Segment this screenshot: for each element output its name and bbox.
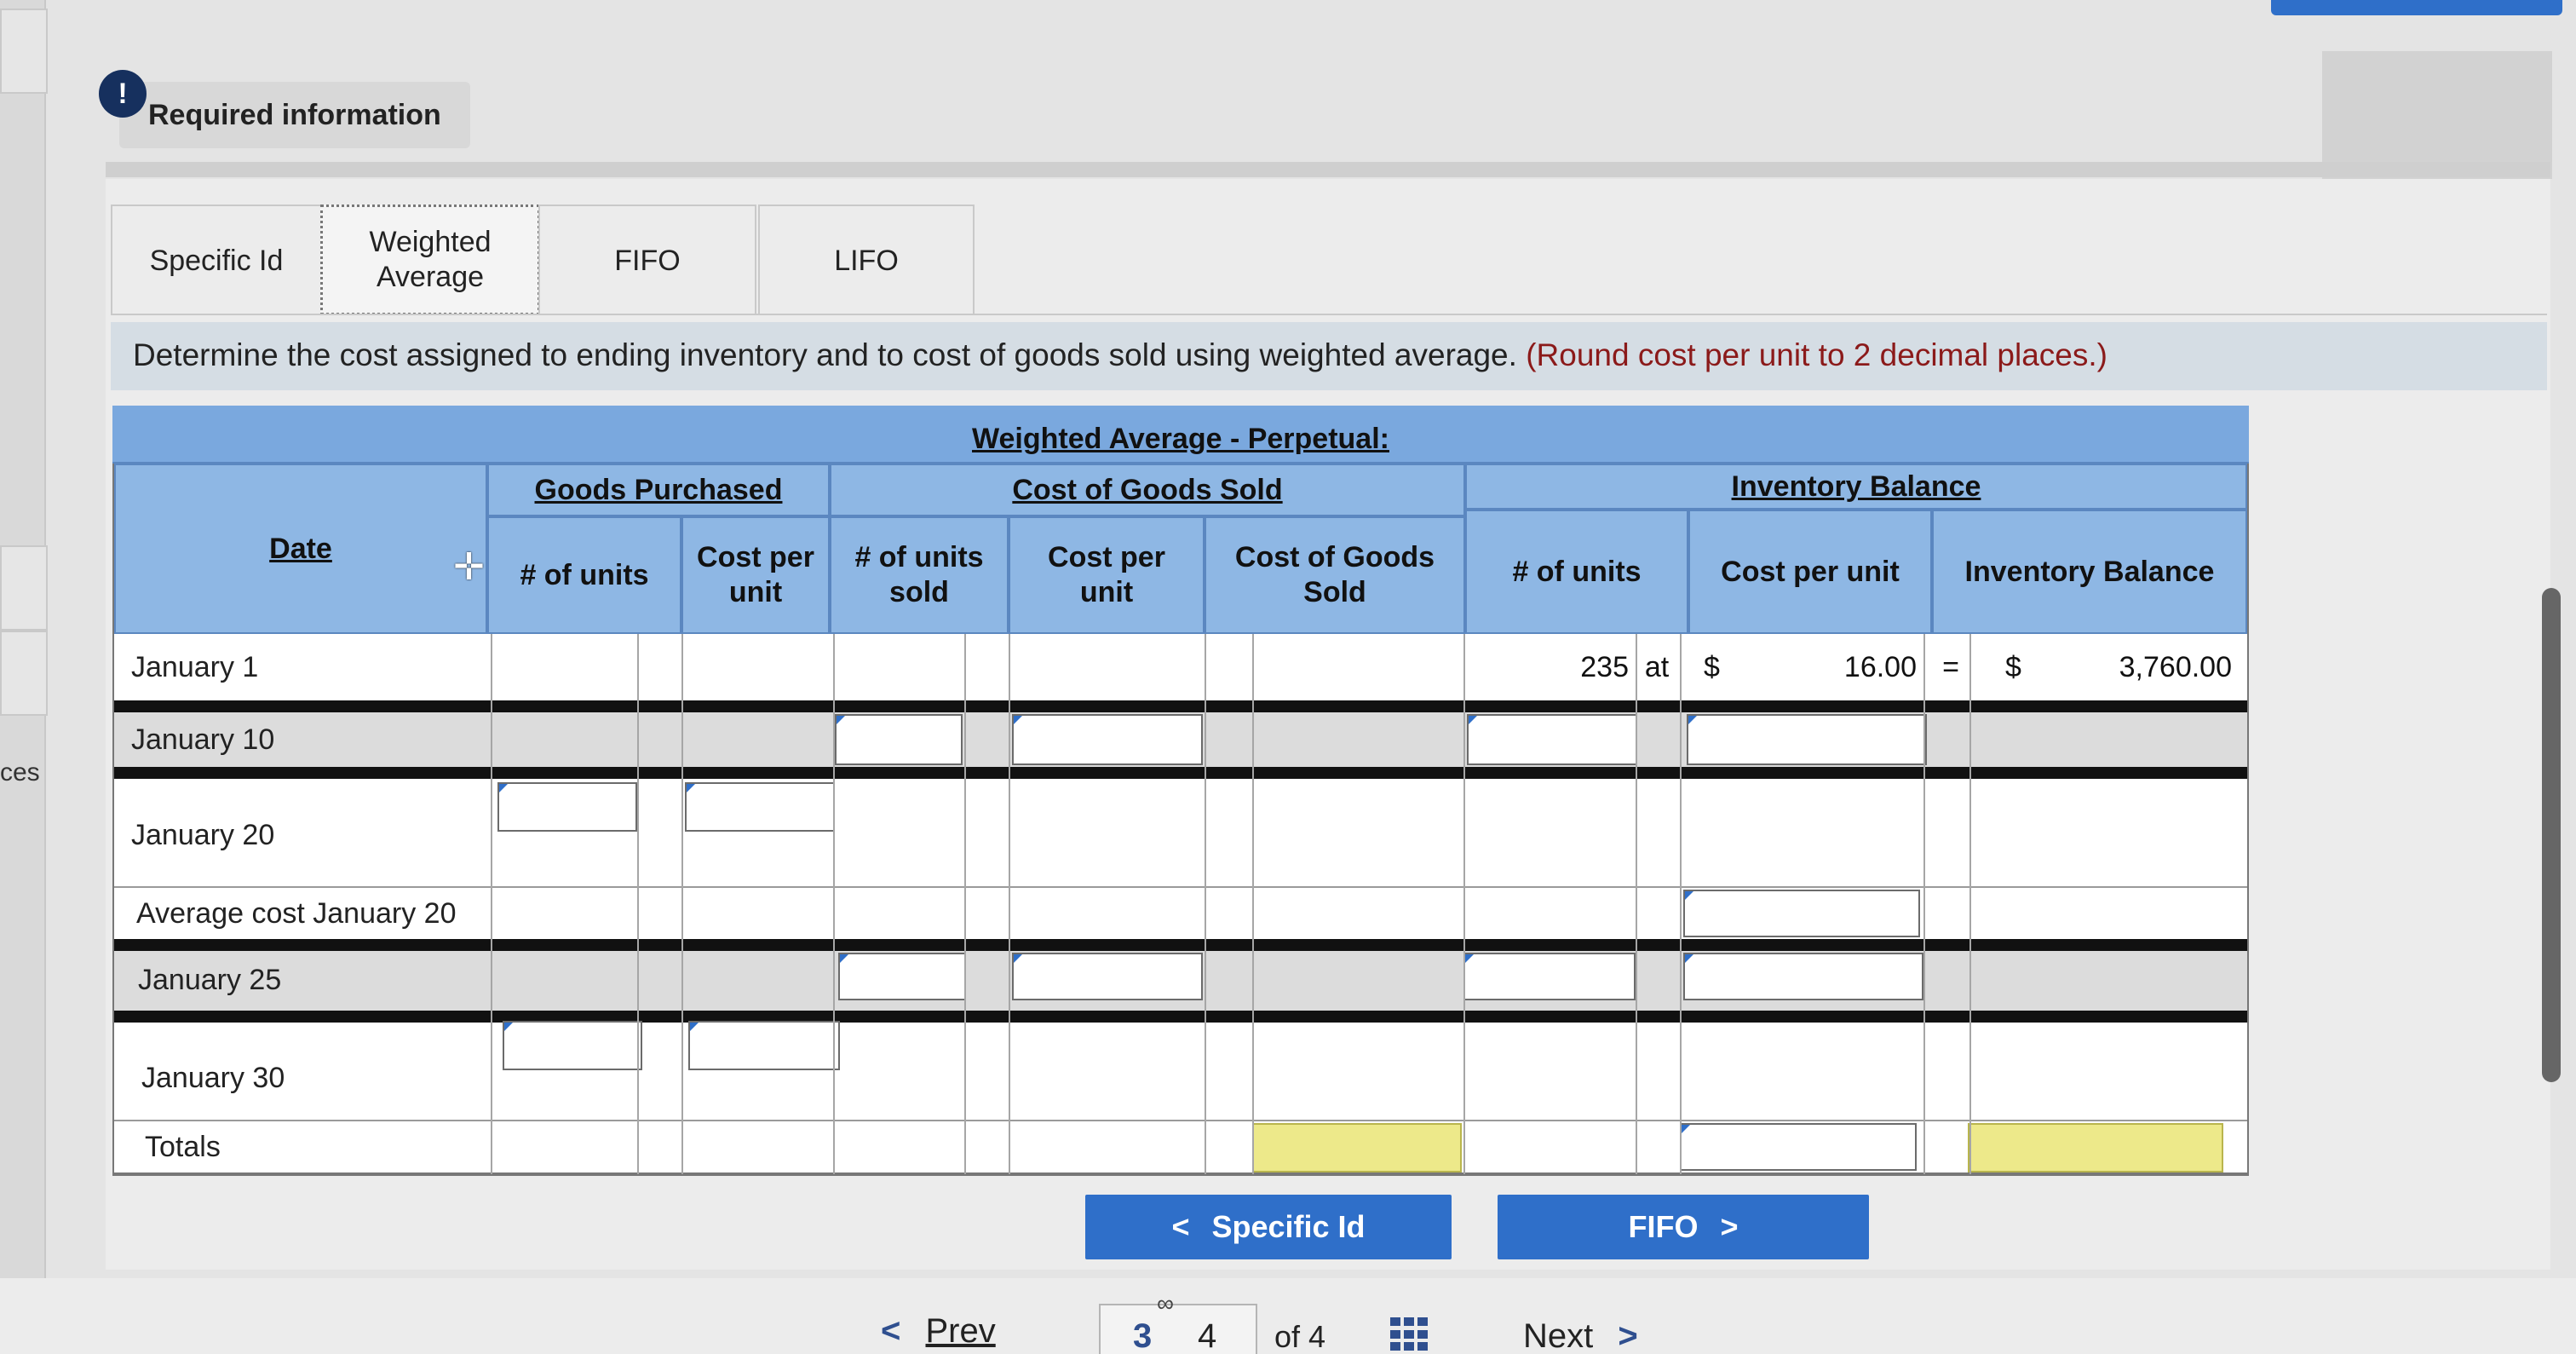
top-action-bar[interactable] (2271, 0, 2562, 15)
side-text-fragment: ces (0, 758, 40, 786)
header-cost-per-unit: Cost per unit (681, 516, 830, 634)
column-divider (1680, 634, 1682, 1174)
header-cogs-cost-per-unit: Cost per unit (1009, 516, 1205, 634)
prev-tab-button[interactable]: < Specific Id (1085, 1195, 1452, 1259)
chevron-right-icon: > (1618, 1317, 1638, 1354)
units-sold-input[interactable] (838, 953, 966, 1000)
left-sidebar-box (0, 9, 48, 94)
header-cost-of-goods-sold: Cost of Goods Sold (830, 464, 1465, 516)
chevron-right-icon: > (1720, 1209, 1739, 1244)
header-balance-units: # of units (1465, 510, 1688, 634)
required-info-label[interactable]: Required information (119, 82, 470, 148)
chevron-left-icon: < (881, 1312, 901, 1350)
purchased-units-input[interactable] (497, 782, 637, 832)
header-units-sold: # of units sold (830, 516, 1009, 634)
page-total: of 4 (1274, 1319, 1326, 1354)
page-current-number: 4 (1198, 1317, 1217, 1354)
row-label: January 10 (131, 723, 275, 756)
balance-units-input[interactable] (1467, 714, 1637, 765)
link-icon: ∞ (1157, 1290, 1174, 1317)
left-sidebar-box (0, 631, 48, 716)
header-balance-cost: Cost per unit (1688, 510, 1932, 634)
column-divider (637, 634, 639, 1174)
row-label: January 30 (141, 1061, 285, 1094)
chevron-left-icon: < (1171, 1209, 1190, 1244)
cogs-cost-input[interactable] (1012, 714, 1203, 765)
header-inventory-balance: Inventory Balance (1465, 464, 2247, 510)
tab-specific-id[interactable]: Specific Id (111, 205, 322, 315)
table-row (114, 779, 2247, 888)
next-tab-button[interactable]: FIFO > (1498, 1195, 1869, 1259)
column-divider (833, 634, 835, 1174)
tab-underline (111, 314, 2547, 315)
row-label: Average cost January 20 (136, 896, 457, 930)
section-divider (106, 162, 2550, 177)
row-label: January 25 (138, 963, 282, 996)
next-page-button[interactable]: Next > (1523, 1317, 1638, 1354)
instruction-note: (Round cost per unit to 2 decimal places… (1526, 337, 2107, 372)
row-label: January 20 (131, 818, 275, 851)
grid-menu-icon[interactable] (1390, 1317, 1428, 1351)
header-block (2322, 51, 2552, 179)
exclamation-icon: ! (99, 70, 147, 118)
table-row (114, 1121, 2247, 1174)
column-divider (964, 634, 966, 1174)
balance-cost-input[interactable] (1687, 714, 1927, 765)
tab-weighted-average[interactable]: Weighted Average (320, 205, 540, 315)
add-column-icon[interactable]: ✛ (453, 549, 487, 586)
column-divider (1969, 634, 1971, 1174)
equals-sign: = (1942, 650, 1959, 683)
header-cogs-total: Cost of Goods Sold (1205, 516, 1465, 634)
balance-cost-input[interactable] (1683, 953, 1923, 1000)
tab-fifo[interactable]: FIFO (538, 205, 756, 315)
table-row (114, 634, 2247, 712)
inventory-total-cell (1968, 1123, 2223, 1173)
prev-page-button[interactable]: < Prev (881, 1312, 996, 1351)
dollar-sign: $ (2005, 650, 2021, 683)
units-sold-input[interactable] (835, 714, 963, 765)
column-divider (1252, 634, 1254, 1174)
header-balance-total: Inventory Balance (1932, 510, 2247, 634)
cogs-total-cell (1252, 1123, 1462, 1173)
page-indicator[interactable] (1099, 1304, 1257, 1354)
header-goods-purchased: Goods Purchased (487, 464, 830, 516)
instruction-text: Determine the cost assigned to ending in… (111, 322, 2547, 390)
tab-lifo[interactable]: LIFO (758, 205, 975, 315)
purchased-cost-input[interactable] (685, 782, 835, 832)
column-divider (491, 634, 492, 1174)
dollar-sign: $ (1704, 650, 1720, 683)
totals-cost-input[interactable] (1680, 1123, 1917, 1171)
balance-total-value: 3,760.00 (2119, 650, 2232, 683)
balance-units-value: 235 (1580, 650, 1629, 683)
column-divider (681, 634, 683, 1174)
cogs-cost-input[interactable] (1012, 953, 1203, 1000)
row-label: Totals (145, 1130, 221, 1163)
column-divider (1009, 634, 1010, 1174)
column-divider (1463, 634, 1465, 1174)
column-divider (1636, 634, 1637, 1174)
table-title: Weighted Average - Perpetual: (112, 406, 2249, 464)
left-sidebar-box (0, 545, 48, 631)
page-prev-number[interactable]: 3 (1133, 1317, 1152, 1354)
column-divider (1923, 634, 1925, 1174)
row-label: January 1 (131, 650, 259, 683)
average-cost-input[interactable] (1683, 890, 1920, 937)
at-label: at (1644, 650, 1670, 683)
purchased-cost-input[interactable] (688, 1021, 840, 1070)
column-divider (1205, 634, 1206, 1174)
header-date: Date (114, 464, 487, 634)
scrollbar[interactable] (2542, 588, 2561, 1082)
balance-units-input[interactable] (1463, 953, 1636, 1000)
header-units: # of units (487, 516, 681, 634)
balance-cost-value: 16.00 (1843, 650, 1917, 683)
table-row (114, 1023, 2247, 1121)
purchased-units-input[interactable] (503, 1021, 642, 1070)
